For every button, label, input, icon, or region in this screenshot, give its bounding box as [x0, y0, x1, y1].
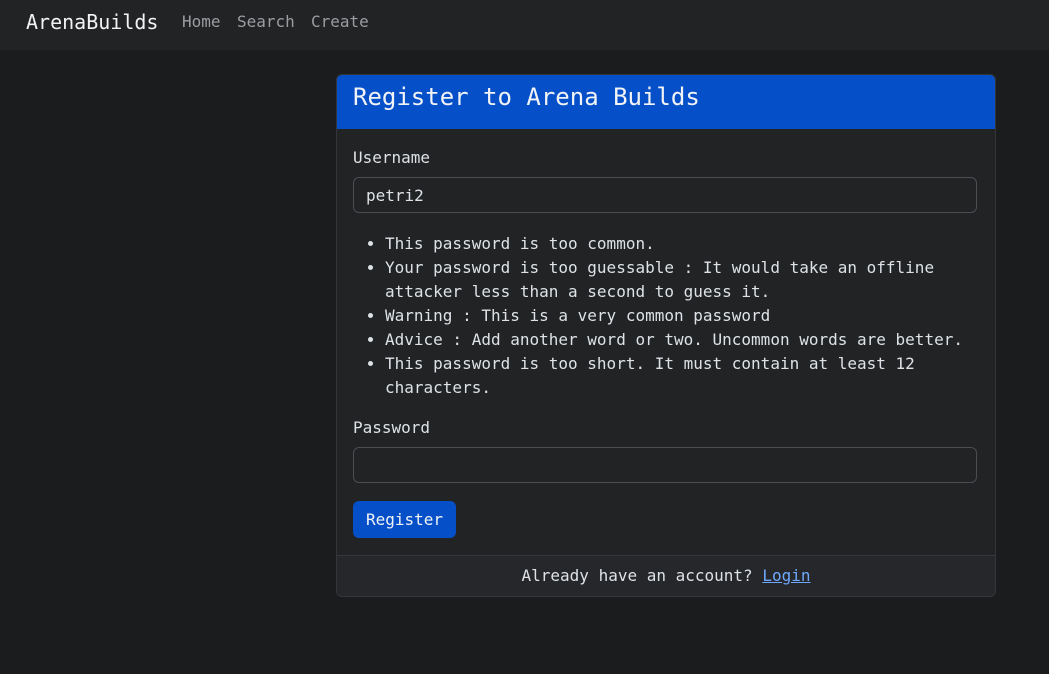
- register-card: Register to Arena Builds Username This p…: [336, 74, 996, 597]
- password-label: Password: [353, 418, 431, 437]
- login-link[interactable]: Login: [762, 566, 810, 585]
- footer-text: Already have an account?: [521, 566, 753, 585]
- username-label: Username: [353, 148, 431, 167]
- error-item: This password is too common.: [385, 232, 977, 256]
- error-item: Advice : Add another word or two. Uncomm…: [385, 328, 977, 352]
- password-error-list: This password is too common. Your passwo…: [353, 232, 977, 400]
- username-input[interactable]: [353, 177, 977, 213]
- error-item: Your password is too guessable : It woul…: [385, 256, 977, 304]
- error-item: Warning : This is a very common password: [385, 304, 977, 328]
- card-footer: Already have an account? Login: [337, 555, 995, 596]
- nav-link-home[interactable]: Home: [182, 12, 221, 32]
- password-input[interactable]: [353, 447, 977, 483]
- nav-link-create[interactable]: Create: [311, 12, 369, 32]
- brand-link[interactable]: ArenaBuilds: [26, 10, 158, 34]
- top-navbar: ArenaBuilds Home Search Create: [0, 0, 1049, 50]
- register-button[interactable]: Register: [353, 501, 456, 538]
- page-title: Register to Arena Builds: [353, 83, 700, 111]
- card-header: Register to Arena Builds: [337, 75, 995, 129]
- nav-link-search[interactable]: Search: [237, 12, 295, 32]
- error-item: This password is too short. It must cont…: [385, 352, 977, 400]
